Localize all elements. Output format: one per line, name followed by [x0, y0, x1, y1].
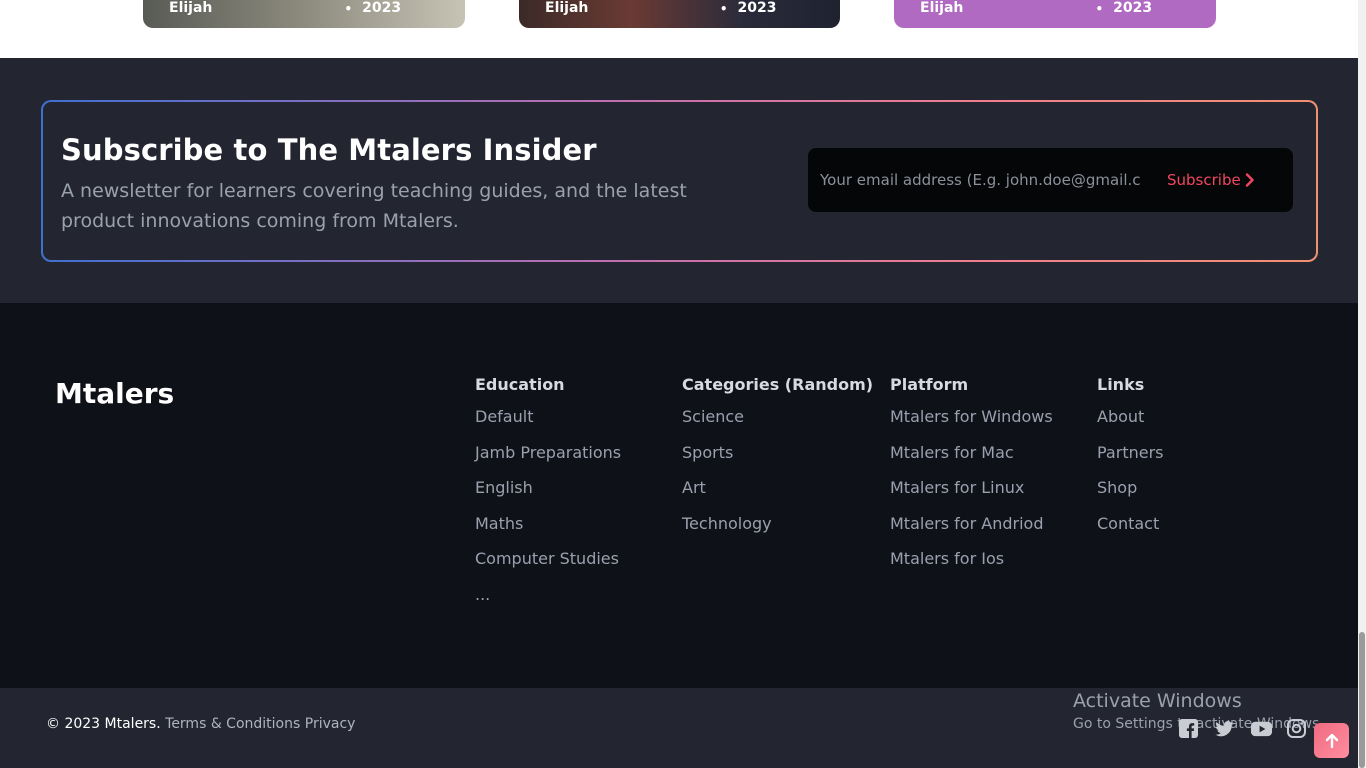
subscribe-button[interactable]: Subscribe	[1167, 171, 1255, 189]
newsletter-box: Subscribe to The Mtalers Insider A newsl…	[41, 100, 1318, 262]
footer-link[interactable]: Jamb Preparations	[475, 443, 621, 479]
newsletter-inner: Subscribe to The Mtalers Insider A newsl…	[43, 102, 1316, 260]
footer-link[interactable]: About	[1097, 407, 1163, 443]
footer-link-more[interactable]: ...	[475, 585, 621, 621]
footer-column-education: Education Default Jamb Preparations Engl…	[475, 375, 621, 621]
instagram-icon[interactable]	[1286, 718, 1307, 739]
page-scrollbar[interactable]	[1358, 0, 1366, 768]
terms-link[interactable]: Terms & Conditions	[165, 716, 300, 732]
footer-link[interactable]: Art	[682, 478, 873, 514]
footer-column-platform: Platform Mtalers for Windows Mtalers for…	[890, 375, 1053, 585]
related-posts-strip: Divne-Vessel & Elijah • Dec 28, 2023 Div…	[0, 0, 1358, 58]
post-date: Dec 28, 2023	[1113, 0, 1153, 16]
post-card[interactable]: Divne-Vessel & Elijah • Dec 28, 2023	[519, 0, 840, 28]
scrollbar-thumb[interactable]	[1359, 632, 1365, 768]
watermark-line-1: Activate Windows	[1073, 690, 1242, 712]
newsletter-form: Subscribe	[808, 148, 1293, 212]
footer-column-title: Links	[1097, 375, 1145, 394]
footer-link[interactable]: Contact	[1097, 514, 1163, 550]
copyright: © 2023 Mtalers. Terms & Conditions Priva…	[46, 716, 355, 732]
footer-column-title: Platform	[890, 375, 969, 394]
footer-link[interactable]: Sports	[682, 443, 873, 479]
post-author: Divne-Vessel & Elijah	[545, 0, 589, 16]
footer-link[interactable]: Mtalers for Linux	[890, 478, 1053, 514]
footer-link[interactable]: Computer Studies	[475, 549, 621, 585]
footer-brand[interactable]: Mtalers	[55, 377, 174, 410]
meta-separator: •	[1095, 2, 1104, 16]
social-links	[1178, 718, 1307, 739]
post-author: Divne-Vessel & Elijah	[169, 0, 213, 16]
youtube-icon[interactable]	[1250, 718, 1273, 739]
subscribe-label: Subscribe	[1167, 171, 1241, 189]
privacy-link[interactable]: Privacy	[305, 716, 356, 732]
newsletter-description: A newsletter for learners covering teach…	[61, 180, 687, 232]
post-card[interactable]: Divne-Vessel & Elijah • Dec 28, 2023	[143, 0, 465, 28]
site-footer: Mtalers Education Default Jamb Preparati…	[0, 303, 1358, 688]
footer-link[interactable]: Science	[682, 407, 873, 443]
newsletter-title: Subscribe to The Mtalers Insider	[61, 133, 597, 167]
post-author: Divne-Vessel & Elijah	[920, 0, 964, 16]
footer-link[interactable]: Mtalers for Mac	[890, 443, 1053, 479]
footer-column-title: Categories (Random)	[682, 375, 874, 394]
post-card[interactable]: Divne-Vessel & Elijah • Dec 28, 2023	[894, 0, 1216, 28]
scroll-to-top-button[interactable]	[1314, 723, 1349, 758]
newsletter-section: Subscribe to The Mtalers Insider A newsl…	[0, 58, 1358, 303]
footer-link[interactable]: Maths	[475, 514, 621, 550]
copyright-text: © 2023 Mtalers.	[46, 716, 161, 732]
footer-column-title: Education	[475, 375, 565, 394]
footer-link[interactable]: Mtalers for Andriod	[890, 514, 1053, 550]
footer-link[interactable]: Mtalers for Windows	[890, 407, 1053, 443]
email-input[interactable]	[820, 162, 1140, 198]
arrow-up-icon	[1325, 733, 1338, 748]
footer-column-links: Links About Partners Shop Contact	[1097, 375, 1163, 549]
twitter-icon[interactable]	[1214, 718, 1235, 739]
post-date: Dec 28, 2023	[362, 0, 402, 16]
chevron-right-icon	[1245, 173, 1254, 187]
meta-separator: •	[344, 2, 353, 16]
meta-separator: •	[719, 2, 728, 16]
footer-link[interactable]: Mtalers for Ios	[890, 549, 1053, 585]
footer-link[interactable]: Shop	[1097, 478, 1163, 514]
footer-link[interactable]: Default	[475, 407, 621, 443]
facebook-icon[interactable]	[1178, 718, 1199, 739]
footer-link[interactable]: English	[475, 478, 621, 514]
post-date: Dec 28, 2023	[737, 0, 777, 16]
footer-link[interactable]: Partners	[1097, 443, 1163, 479]
footer-bottom-bar: © 2023 Mtalers. Terms & Conditions Priva…	[0, 688, 1358, 768]
footer-link[interactable]: Technology	[682, 514, 873, 550]
footer-column-categories: Categories (Random) Science Sports Art T…	[682, 375, 873, 549]
